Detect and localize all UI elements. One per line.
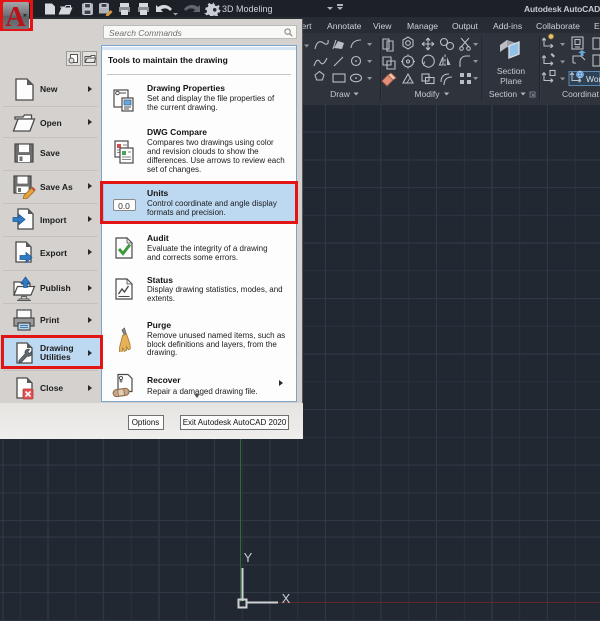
svg-text:Section: Section — [489, 89, 518, 99]
svg-text:X: X — [282, 591, 291, 606]
svg-text:Coordinat: Coordinat — [562, 89, 599, 99]
svg-text:Draw: Draw — [330, 89, 351, 99]
svg-text:Modify: Modify — [414, 89, 440, 99]
svg-text:Section: Section — [497, 66, 526, 76]
svg-text:Plane: Plane — [500, 76, 522, 86]
svg-text:Wor: Wor — [586, 74, 600, 84]
svg-text:Y: Y — [244, 550, 253, 565]
